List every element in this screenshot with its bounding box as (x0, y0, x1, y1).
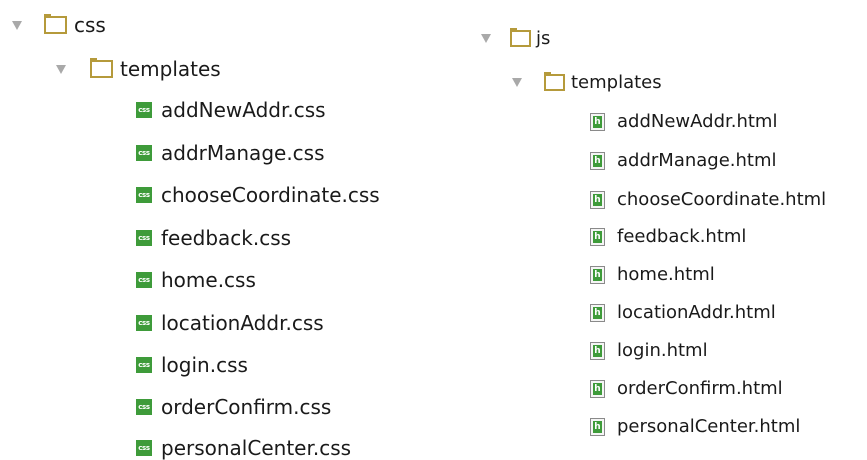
file-name: feedback.html (617, 226, 747, 247)
expand-arrow-icon[interactable] (481, 34, 491, 43)
folder-label-js: js (536, 28, 551, 49)
file-item-home-html[interactable]: h home.html (590, 264, 715, 285)
folder-label-templates: templates (120, 57, 221, 81)
file-item-locationaddr-css[interactable]: css locationAddr.css (136, 311, 324, 335)
html-file-icon: h (590, 417, 605, 436)
tree-node-js-templates[interactable]: templates (512, 72, 662, 93)
folder-label-templates: templates (571, 72, 662, 93)
file-item-orderconfirm-html[interactable]: h orderConfirm.html (590, 378, 783, 399)
file-item-orderconfirm-css[interactable]: css orderConfirm.css (136, 395, 331, 419)
file-item-feedback-css[interactable]: css feedback.css (136, 226, 291, 250)
folder-icon (544, 72, 565, 91)
html-file-icon: h (590, 151, 605, 170)
file-item-feedback-html[interactable]: h feedback.html (590, 226, 746, 247)
file-item-home-css[interactable]: css home.css (136, 268, 256, 292)
html-file-icon: h (590, 227, 605, 246)
file-name: personalCenter.css (161, 436, 352, 460)
file-item-choosecoordinate-html[interactable]: h chooseCoordinate.html (590, 189, 826, 210)
css-file-icon: css (136, 230, 152, 246)
html-file-icon: h (590, 341, 605, 360)
expand-arrow-icon[interactable] (56, 64, 66, 74)
tree-node-css-templates[interactable]: templates (56, 57, 221, 81)
file-item-addnewaddr-html[interactable]: h addNewAddr.html (590, 111, 777, 132)
css-file-icon: css (136, 357, 152, 373)
file-name: orderConfirm.css (161, 395, 332, 419)
file-item-addrmanage-css[interactable]: css addrManage.css (136, 141, 325, 165)
file-name: orderConfirm.html (617, 378, 783, 399)
file-item-addrmanage-html[interactable]: h addrManage.html (590, 150, 777, 171)
file-name: feedback.css (161, 226, 292, 250)
file-name: chooseCoordinate.css (161, 183, 380, 207)
folder-icon (44, 14, 67, 34)
expand-arrow-icon[interactable] (512, 78, 522, 87)
file-item-personalcenter-css[interactable]: css personalCenter.css (136, 436, 351, 460)
file-name: home.html (617, 264, 715, 285)
html-file-icon: h (590, 190, 605, 209)
file-name: locationAddr.css (161, 311, 324, 335)
file-name: login.css (161, 353, 248, 377)
file-name: personalCenter.html (617, 416, 801, 437)
file-item-choosecoordinate-css[interactable]: css chooseCoordinate.css (136, 183, 380, 207)
file-name: addrManage.html (617, 150, 777, 171)
css-file-icon: css (136, 315, 152, 331)
tree-node-css[interactable]: css (12, 13, 106, 37)
file-item-locationaddr-html[interactable]: h locationAddr.html (590, 302, 776, 323)
file-item-personalcenter-html[interactable]: h personalCenter.html (590, 416, 800, 437)
css-file-icon: css (136, 440, 152, 456)
file-name: addrManage.css (161, 141, 325, 165)
file-item-login-css[interactable]: css login.css (136, 353, 248, 377)
file-item-login-html[interactable]: h login.html (590, 340, 708, 361)
css-file-icon: css (136, 399, 152, 415)
folder-icon (510, 28, 531, 47)
file-name: home.css (161, 268, 256, 292)
file-name: login.html (617, 340, 708, 361)
css-file-icon: css (136, 187, 152, 203)
file-name: addNewAddr.css (161, 98, 326, 122)
css-file-icon: css (136, 145, 152, 161)
folder-icon (90, 58, 113, 78)
expand-arrow-icon[interactable] (12, 20, 22, 30)
css-file-icon: css (136, 102, 152, 118)
file-name: locationAddr.html (617, 302, 776, 323)
file-name: addNewAddr.html (617, 111, 778, 132)
html-file-icon: h (590, 112, 605, 131)
html-file-icon: h (590, 303, 605, 322)
html-file-icon: h (590, 265, 605, 284)
html-file-icon: h (590, 379, 605, 398)
file-item-addnewaddr-css[interactable]: css addNewAddr.css (136, 98, 326, 122)
tree-node-js[interactable]: js (481, 28, 550, 49)
file-name: chooseCoordinate.html (617, 189, 827, 210)
folder-label-css: css (74, 13, 106, 37)
css-file-icon: css (136, 272, 152, 288)
